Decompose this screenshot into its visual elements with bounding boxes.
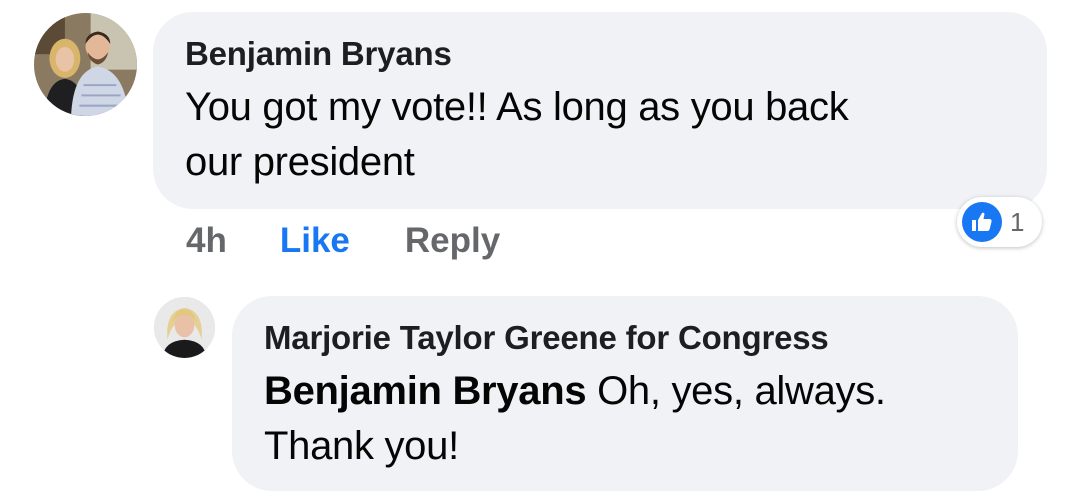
comment-text: You got my vote!! As long as you back ou… — [185, 80, 1017, 190]
reaction-summary[interactable]: 1 — [957, 197, 1042, 247]
replier-avatar[interactable] — [154, 297, 215, 358]
comment-author[interactable]: Benjamin Bryans — [185, 34, 1017, 74]
comment-bubble: Benjamin Bryans You got my vote!! As lon… — [153, 12, 1047, 209]
reply-text-line-2: Thank you! — [264, 424, 459, 468]
comment-timestamp[interactable]: 4h — [186, 221, 227, 261]
reply-text: Benjamin Bryans Oh, yes, always. Thank y… — [264, 364, 988, 474]
commenter-avatar[interactable] — [34, 13, 137, 116]
reaction-count: 1 — [1010, 206, 1025, 237]
comment-text-line-2: our president — [185, 140, 415, 184]
reply-text-line-1-rest: Oh, yes, always. — [586, 369, 886, 413]
reply-bubble: Marjorie Taylor Greene for Congress Benj… — [232, 296, 1018, 491]
commenter-photo — [34, 13, 137, 116]
tagged-user-link[interactable]: Benjamin Bryans — [264, 369, 587, 413]
thumbs-up-icon — [962, 202, 1002, 242]
comment-actions: 4h Like Reply — [186, 218, 500, 264]
reply-author[interactable]: Marjorie Taylor Greene for Congress — [264, 318, 988, 358]
like-button[interactable]: Like — [280, 221, 350, 261]
comment-thread: Benjamin Bryans You got my vote!! As lon… — [0, 0, 1080, 500]
replier-photo — [154, 297, 215, 358]
reply-text-line-1: Benjamin Bryans Oh, yes, always. — [264, 364, 988, 419]
reply-button[interactable]: Reply — [405, 221, 500, 261]
comment-text-line-1: You got my vote!! As long as you back — [185, 85, 849, 129]
